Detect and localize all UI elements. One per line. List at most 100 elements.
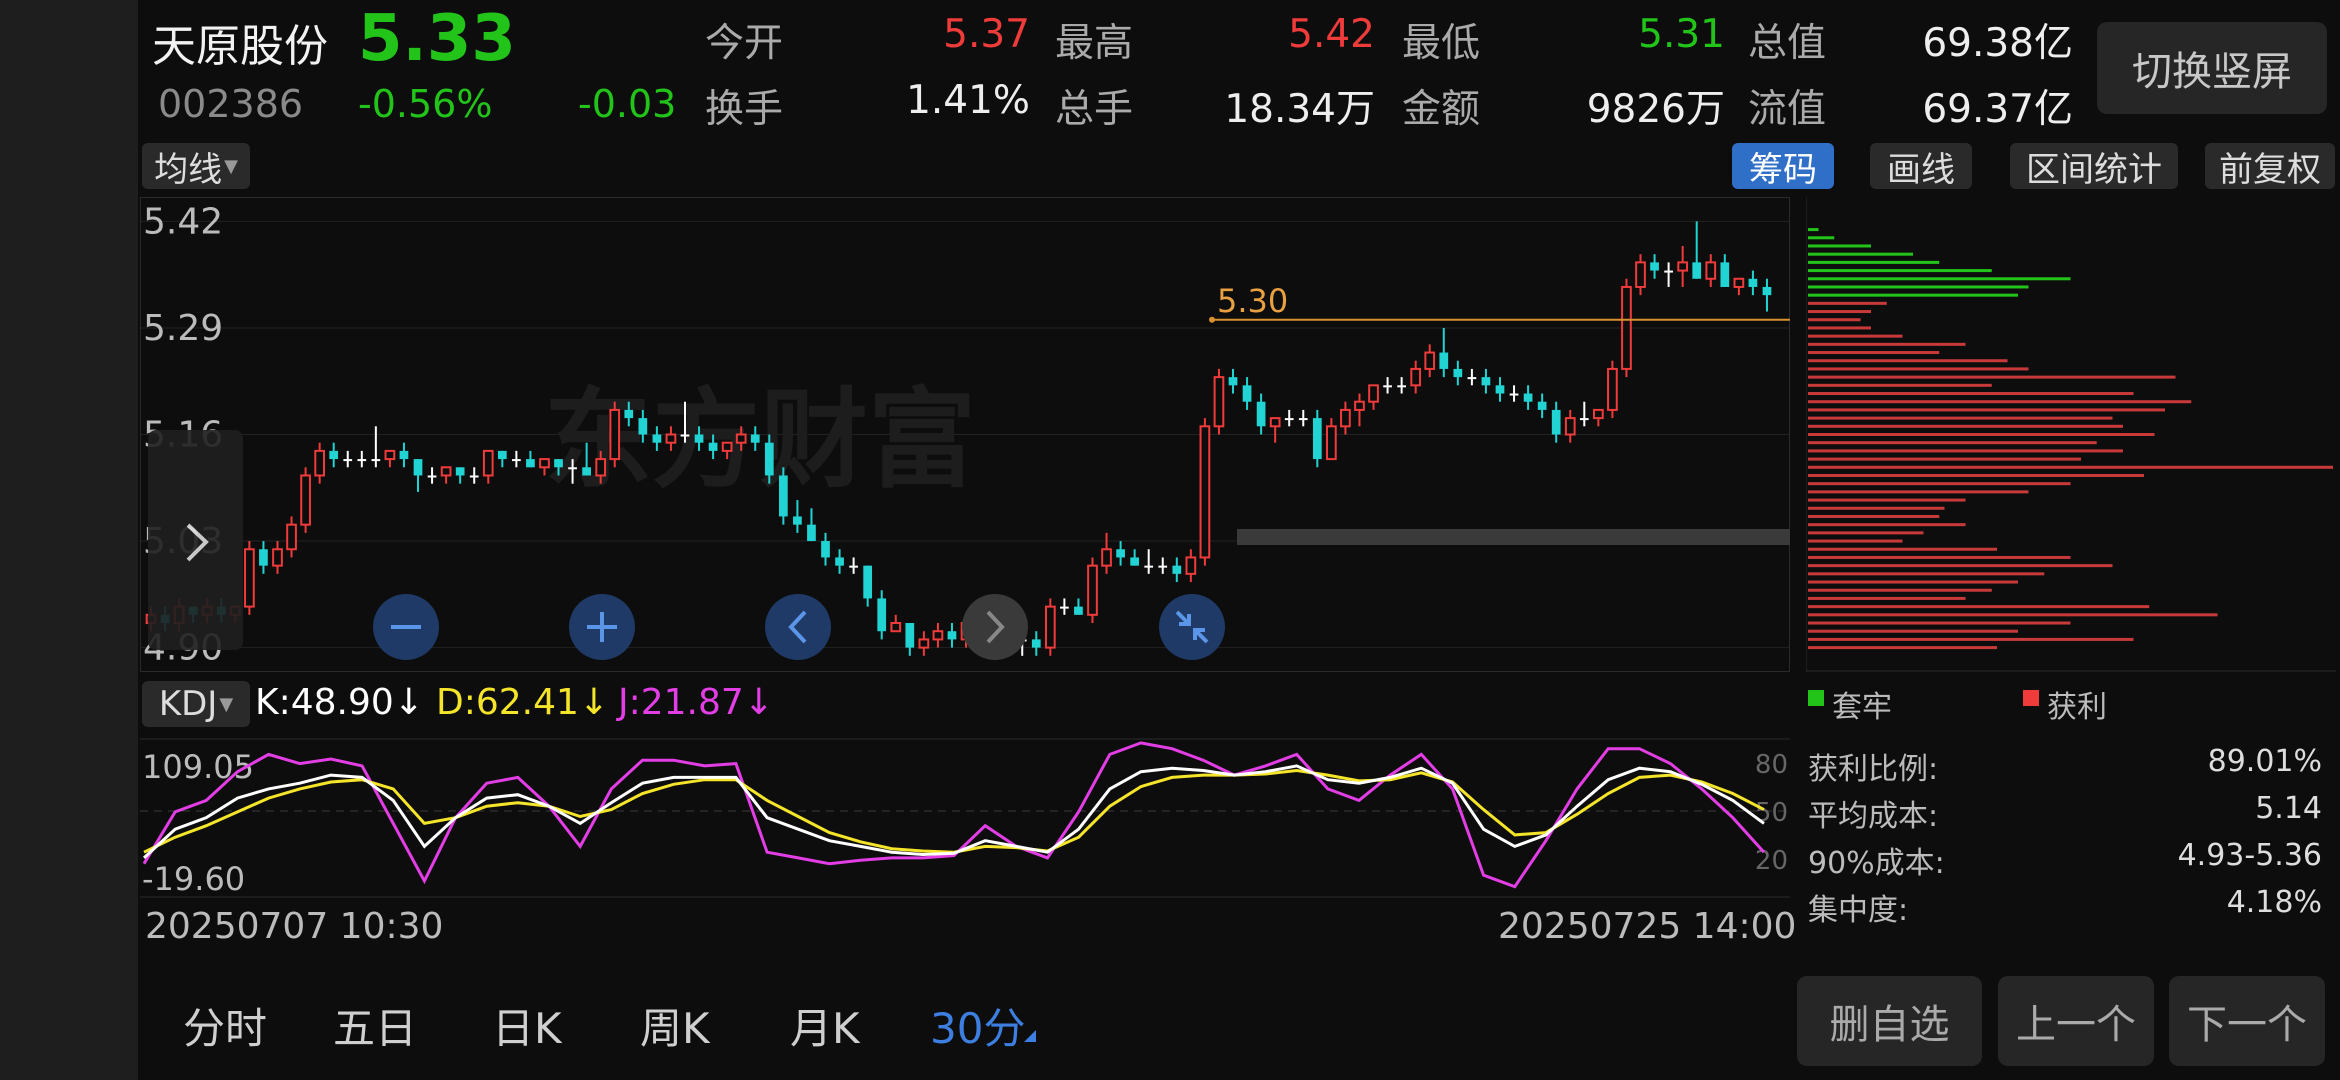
chip-bar	[1808, 637, 2134, 641]
range-stats-button[interactable]: 区间统计	[2010, 143, 2178, 190]
stock-name: 天原股份	[152, 21, 328, 72]
candle-body	[793, 516, 802, 525]
forward-adjust-button[interactable]: 前复权	[2205, 143, 2335, 190]
chip-bar	[1808, 383, 1992, 387]
kdj-ref-80: 80	[1755, 750, 1788, 780]
profit-legend-label: 获利	[2047, 690, 2107, 725]
price-marker-dot	[1209, 316, 1215, 323]
chips-button[interactable]: 筹码	[1732, 143, 1834, 190]
zoom-in-button[interactable]	[567, 592, 637, 662]
candle-body	[1185, 556, 1197, 575]
chip-bar	[1808, 416, 2113, 420]
float-value: 69.37亿	[1922, 87, 2073, 132]
cost90-label: 90%成本:	[1808, 846, 1945, 881]
candle-body	[1453, 368, 1463, 378]
candle-body	[1424, 351, 1436, 370]
candle-body	[1242, 385, 1252, 402]
kdj-j-value: J:21.87↓	[618, 682, 774, 723]
chip-bar	[1808, 441, 2097, 445]
chip-bar	[1808, 457, 2081, 461]
tab-monthly[interactable]: 月K	[790, 995, 860, 1056]
candle-body	[469, 475, 479, 478]
amount-value: 9826万	[1586, 87, 1725, 132]
chip-bar	[1808, 408, 2165, 412]
turnover-value: 1.41%	[906, 78, 1030, 123]
tab-daily[interactable]: 日K	[492, 995, 562, 1056]
side-expand-panel[interactable]	[148, 430, 243, 650]
high-value: 5.42	[1288, 12, 1375, 57]
chip-bar	[1808, 514, 1940, 518]
candle-body	[482, 449, 494, 477]
switch-portrait-button[interactable]: 切换竖屏	[2097, 22, 2327, 114]
change-percent: -0.56%	[358, 82, 493, 126]
candle-body	[1762, 286, 1772, 296]
candle-body	[1044, 605, 1056, 649]
previous-stock-button[interactable]: 上一个	[1998, 976, 2154, 1066]
candle-body	[1087, 564, 1098, 616]
draw-line-button[interactable]: 画线	[1870, 143, 1972, 190]
tab-five-day[interactable]: 五日	[333, 995, 417, 1056]
candle-body	[259, 549, 268, 566]
active-tab-indicator-icon	[1024, 1030, 1036, 1042]
avg-cost-label: 平均成本:	[1808, 799, 1939, 834]
next-stock-button[interactable]: 下一个	[2169, 976, 2325, 1066]
open-value: 5.37	[943, 12, 1030, 57]
delete-favorite-button[interactable]: 删自选	[1797, 976, 1982, 1066]
left-edge-bar	[0, 0, 138, 1080]
scroll-right-button[interactable]	[960, 592, 1030, 662]
chip-bar	[1808, 646, 1997, 650]
candle-body	[947, 631, 957, 640]
zoom-out-button[interactable]	[371, 592, 441, 662]
candle-body	[735, 433, 747, 444]
candle-body	[595, 458, 607, 477]
open-label: 今开	[705, 21, 784, 66]
candle-body	[497, 450, 507, 460]
candle-body	[1116, 549, 1125, 558]
candle-body	[694, 434, 704, 443]
start-date: 20250707 10:30	[145, 906, 444, 947]
candle-body	[721, 441, 733, 452]
chip-bar	[1808, 424, 2123, 428]
chip-bar	[1808, 236, 1835, 240]
low-value: 5.31	[1638, 12, 1725, 57]
candle-body	[1692, 262, 1702, 279]
candle-body	[1228, 377, 1238, 386]
chip-bar	[1808, 334, 1903, 338]
chip-range-bar	[1237, 529, 1790, 545]
ma-selector-label: 均线	[154, 149, 223, 190]
candle-body	[1213, 376, 1225, 428]
candle-body	[343, 459, 353, 462]
kdj-ref-20: 20	[1755, 846, 1788, 876]
candle-body	[526, 459, 535, 468]
candle-body	[624, 409, 634, 419]
scroll-left-button[interactable]	[763, 592, 833, 662]
price-axis-label: 5.42	[143, 201, 223, 242]
tab-intraday[interactable]: 分时	[183, 995, 267, 1056]
candle-body	[778, 475, 788, 517]
trapped-legend-swatch	[1808, 690, 1824, 706]
collapse-button[interactable]	[1157, 592, 1227, 662]
ma-selector[interactable]: 均线 ▼	[142, 143, 250, 190]
candle-body	[1368, 384, 1379, 403]
tab-weekly[interactable]: 周K	[640, 995, 710, 1056]
candle-body	[1130, 557, 1140, 566]
high-label: 最高	[1055, 21, 1134, 66]
candle-body	[512, 459, 521, 462]
candle-body	[1298, 418, 1308, 421]
candle-body	[1256, 401, 1266, 427]
candle-body	[1748, 278, 1758, 287]
chip-bar	[1808, 260, 1940, 264]
candle-body	[1354, 400, 1365, 411]
chip-bar	[1808, 482, 2071, 486]
candle-body	[1650, 262, 1659, 271]
chip-bar	[1808, 629, 2018, 633]
candle-body	[1537, 401, 1547, 410]
indicator-selector[interactable]: KDJ ▼	[142, 681, 250, 727]
candle-body	[609, 408, 621, 461]
candle-body	[244, 548, 255, 608]
tab-30min[interactable]: 30分	[930, 995, 1025, 1056]
candle-body	[665, 433, 677, 444]
chip-bar	[1808, 285, 2029, 289]
candle-body	[1467, 377, 1477, 380]
avg-cost-value: 5.14	[2255, 791, 2322, 826]
